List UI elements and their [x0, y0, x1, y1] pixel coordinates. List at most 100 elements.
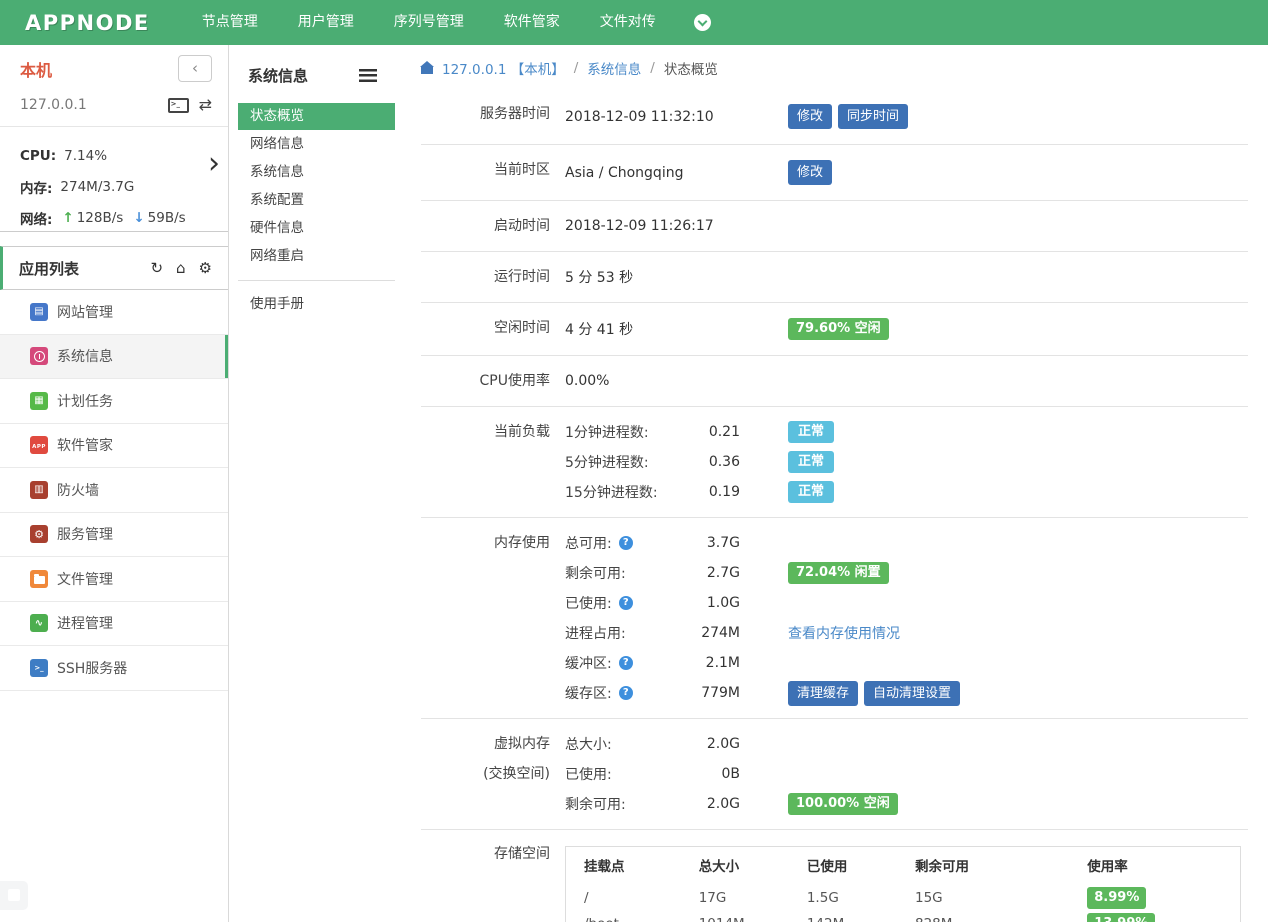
row-timezone: 当前时区 Asia / Chongqing 修改	[421, 145, 1248, 201]
load-5min: 5分钟进程数: 0.36 正常	[565, 447, 1248, 477]
gear-icon[interactable]: ⚙	[199, 261, 212, 276]
app-item-cron[interactable]: 计划任务	[0, 379, 228, 424]
network-label: 网络:	[20, 208, 52, 228]
row-swap: 虚拟内存 (交换空间) 总大小: 2.0G 已使用: 0B 剩余可用: 2.0	[421, 719, 1248, 830]
breadcrumb-home-icon[interactable]	[421, 67, 433, 74]
row-label: 运行时间	[421, 267, 550, 287]
app-item-ssh[interactable]: SSH服务器	[0, 646, 228, 691]
server-ip: 127.0.0.1	[20, 97, 87, 113]
help-icon[interactable]	[619, 596, 633, 610]
ssh-icon	[30, 659, 48, 677]
nav-item-software-manager[interactable]: 软件管家	[488, 0, 576, 45]
app-item-software[interactable]: 软件管家	[0, 424, 228, 469]
row-label: 内存使用	[421, 528, 550, 708]
server-ip-row: 127.0.0.1 ⇄	[0, 97, 228, 113]
app-list-actions: ↻ ⌂ ⚙	[150, 261, 212, 276]
edit-timezone-button[interactable]: 修改	[788, 160, 832, 185]
firewall-icon	[30, 481, 48, 499]
submenu-item-system-config[interactable]: 系统配置	[238, 187, 395, 214]
cpu-value: 7.14%	[64, 148, 107, 164]
edit-time-button[interactable]: 修改	[788, 104, 832, 129]
breadcrumb-separator: /	[650, 60, 655, 76]
help-icon[interactable]	[619, 686, 633, 700]
mem-name: 缓冲区:	[565, 653, 612, 673]
app-item-label: 网站管理	[57, 302, 113, 322]
auto-clean-settings-button[interactable]: 自动清理设置	[864, 681, 960, 706]
app-item-services[interactable]: 服务管理	[0, 513, 228, 558]
app-item-files[interactable]: 文件管理	[0, 557, 228, 602]
mem-name: 剩余可用:	[565, 563, 626, 583]
swap-label: 虚拟内存	[421, 729, 550, 759]
help-icon[interactable]	[619, 536, 633, 550]
submenu-item-manual[interactable]: 使用手册	[238, 291, 395, 318]
memory-value: 274M/3.7G	[60, 179, 134, 195]
submenu-item-hardware-info[interactable]: 硬件信息	[238, 215, 395, 242]
col-usage-rate: 使用率	[1087, 847, 1240, 883]
process-icon	[30, 614, 48, 632]
chevron-down-icon[interactable]	[694, 14, 711, 31]
swap-name: 剩余可用:	[565, 794, 626, 814]
storage-header-row: 挂载点 总大小 已使用 剩余可用 使用率	[566, 847, 1241, 883]
home-icon[interactable]: ⌂	[176, 261, 186, 276]
load-value: 0.36	[709, 454, 740, 470]
app-item-label: 软件管家	[57, 435, 113, 455]
cpu-usage-value: 0.00%	[565, 373, 788, 389]
view-memory-usage-link[interactable]: 查看内存使用情况	[788, 623, 900, 643]
submenu-item-system-info[interactable]: 系统信息	[238, 159, 395, 186]
used-value: 142M	[807, 913, 915, 922]
submenu: 状态概览 网络信息 系统信息 系统配置 硬件信息 网络重启 使用手册	[238, 103, 395, 318]
row-load: 当前负载 1分钟进程数: 0.21 正常 5分钟进程数: 0.36 正常 15分…	[421, 407, 1248, 518]
nav-item-serial-management[interactable]: 序列号管理	[378, 0, 480, 45]
app-list: 网站管理 系统信息 计划任务 软件管家 防火墙 服务管理	[0, 290, 228, 691]
system-info-sidebar: 系统信息 状态概览 网络信息 系统信息 系统配置 硬件信息 网络重启 使用手册	[229, 45, 395, 922]
submenu-item-network-info[interactable]: 网络信息	[238, 131, 395, 158]
row-label: 服务器时间	[421, 104, 550, 129]
row-boot-time: 启动时间 2018-12-09 11:26:17	[421, 201, 1248, 252]
app-item-system-info[interactable]: 系统信息	[0, 335, 228, 380]
app-item-label: SSH服务器	[57, 658, 127, 678]
load-value: 0.19	[709, 484, 740, 500]
mem-value: 1.0G	[707, 595, 740, 611]
submenu-item-network-restart[interactable]: 网络重启	[238, 243, 395, 270]
swap-name: 总大小:	[565, 734, 612, 754]
website-icon	[30, 303, 48, 321]
help-icon[interactable]	[619, 656, 633, 670]
server-stats: CPU: 7.14% 内存: 274M/3.7G 网络: ↑ 128B/s ↓ …	[0, 127, 228, 233]
col-mount-point: 挂载点	[566, 847, 699, 883]
node-sidebar: 本机 ‹ 127.0.0.1 ⇄ CPU: 7.14% 内存: 274M/3.7…	[0, 45, 229, 922]
software-icon	[30, 436, 48, 454]
appnode-logo[interactable]: APPNODE	[25, 11, 150, 35]
row-label: 启动时间	[421, 216, 550, 236]
usage-badge: 13.99%	[1087, 913, 1155, 922]
app-item-process[interactable]: 进程管理	[0, 602, 228, 647]
clean-cache-button[interactable]: 清理缓存	[788, 681, 858, 706]
row-server-time: 服务器时间 2018-12-09 11:32:10 修改 同步时间	[421, 89, 1248, 145]
nav-item-file-transfer[interactable]: 文件对传	[584, 0, 672, 45]
transfer-icon[interactable]: ⇄	[199, 97, 212, 113]
load-status-badge: 正常	[788, 481, 834, 503]
load-name: 1分钟进程数:	[565, 422, 649, 442]
breadcrumb-section-link[interactable]: 系统信息	[587, 58, 641, 78]
cpu-label: CPU:	[20, 148, 56, 164]
app-item-website[interactable]: 网站管理	[0, 290, 228, 335]
nav-item-user-management[interactable]: 用户管理	[282, 0, 370, 45]
app-item-label: 服务管理	[57, 524, 113, 544]
refresh-icon[interactable]: ↻	[150, 261, 163, 276]
nav-item-node-management[interactable]: 节点管理	[186, 0, 274, 45]
app-item-firewall[interactable]: 防火墙	[0, 468, 228, 513]
app-item-label: 进程管理	[57, 613, 113, 633]
breadcrumb: 127.0.0.1 【本机】 / 系统信息 / 状态概览	[421, 55, 1248, 81]
submenu-item-status-overview[interactable]: 状态概览	[238, 103, 395, 130]
row-uptime: 运行时间 5 分 53 秒	[421, 252, 1248, 303]
swap-name: 已使用:	[565, 764, 612, 784]
terminal-icon[interactable]	[168, 98, 189, 113]
server-detail-chevron[interactable]: ›	[208, 149, 220, 179]
breadcrumb-host-link[interactable]: 127.0.0.1 【本机】	[442, 58, 565, 78]
app-list-title: 应用列表	[19, 258, 79, 279]
sync-time-button[interactable]: 同步时间	[838, 104, 908, 129]
mem-idle-badge: 72.04% 闲置	[788, 562, 889, 584]
hamburger-menu-icon[interactable]	[359, 69, 377, 82]
floating-widget[interactable]	[0, 881, 28, 910]
collapse-sidebar-button[interactable]: ‹	[178, 55, 212, 82]
mem-used: 已使用: 1.0G	[565, 588, 1248, 618]
